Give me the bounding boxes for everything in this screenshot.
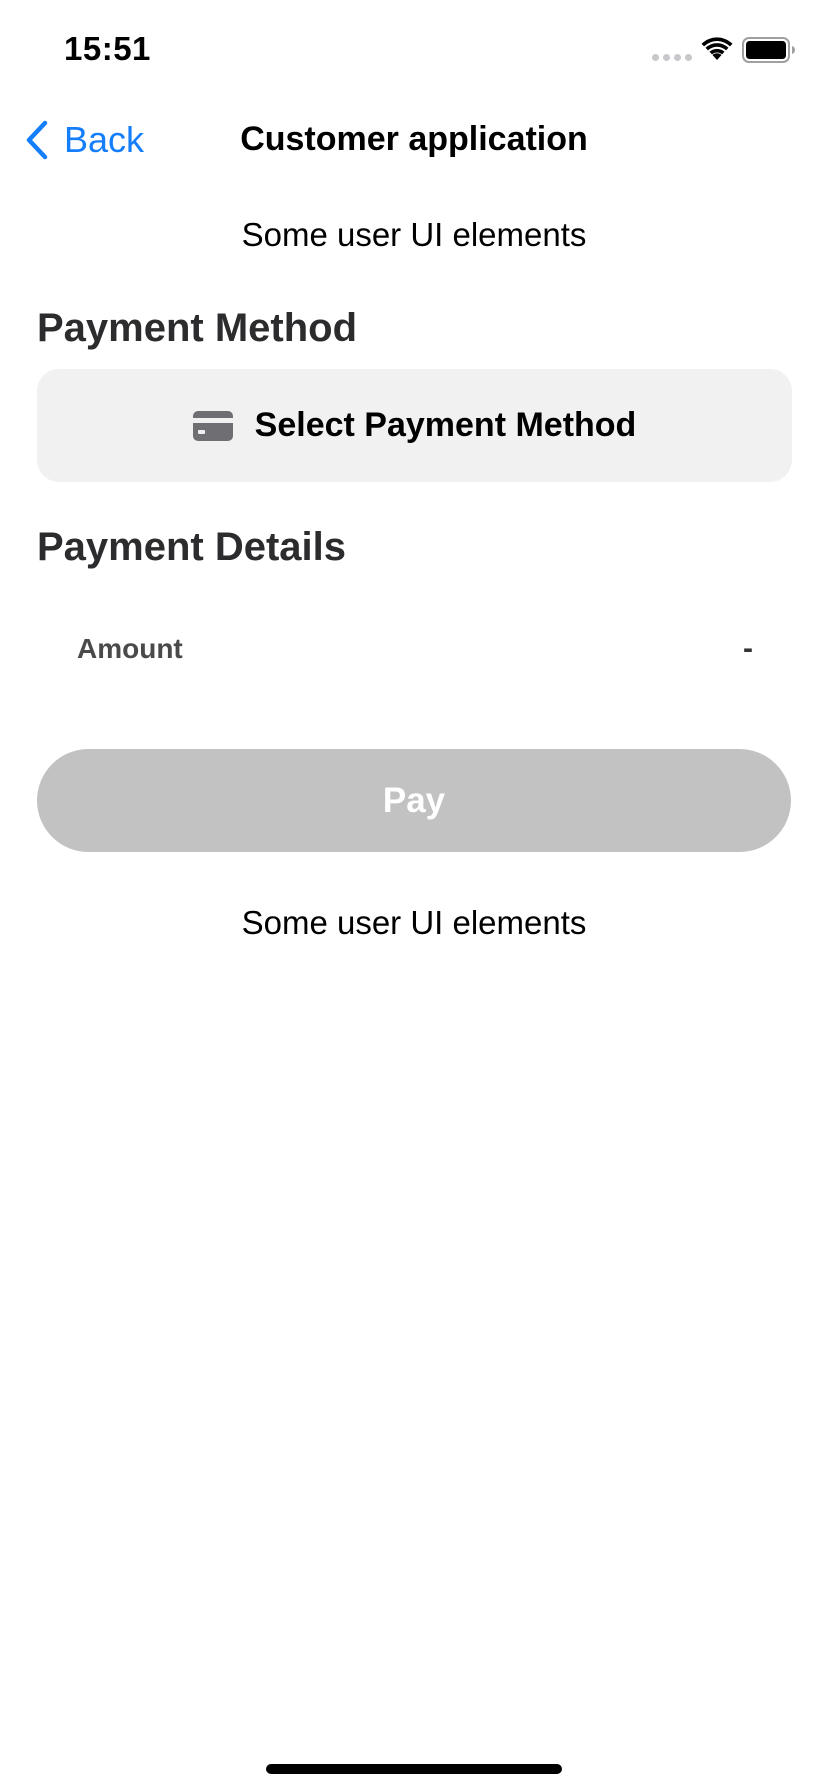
pay-button-label: Pay [382,780,446,820]
back-button-label: Back [64,119,145,160]
amount-label: Amount [77,633,183,664]
battery-icon [742,37,795,63]
pay-button[interactable]: Pay [37,749,791,852]
wifi-icon [701,37,733,60]
top-user-ui-placeholder: Some user UI elements [241,216,587,253]
status-bar: 15:51 [0,0,828,100]
status-time: 15:51 [64,30,151,67]
select-payment-method-button[interactable]: Select Payment Method [37,369,792,482]
back-button[interactable]: Back [24,116,144,164]
chevron-left-icon [26,120,48,160]
signal-dots-icon [652,54,692,61]
home-indicator[interactable] [266,1764,562,1774]
bottom-user-ui-placeholder: Some user UI elements [241,904,587,941]
amount-row: Amount - [77,624,753,674]
payment-method-header: Payment Method [37,306,358,350]
credit-card-icon [192,410,233,441]
amount-value: - [743,632,753,665]
payment-details-header: Payment Details [37,525,347,569]
navigation-bar: Customer application Back [0,100,828,180]
select-payment-method-label: Select Payment Method [254,406,637,444]
